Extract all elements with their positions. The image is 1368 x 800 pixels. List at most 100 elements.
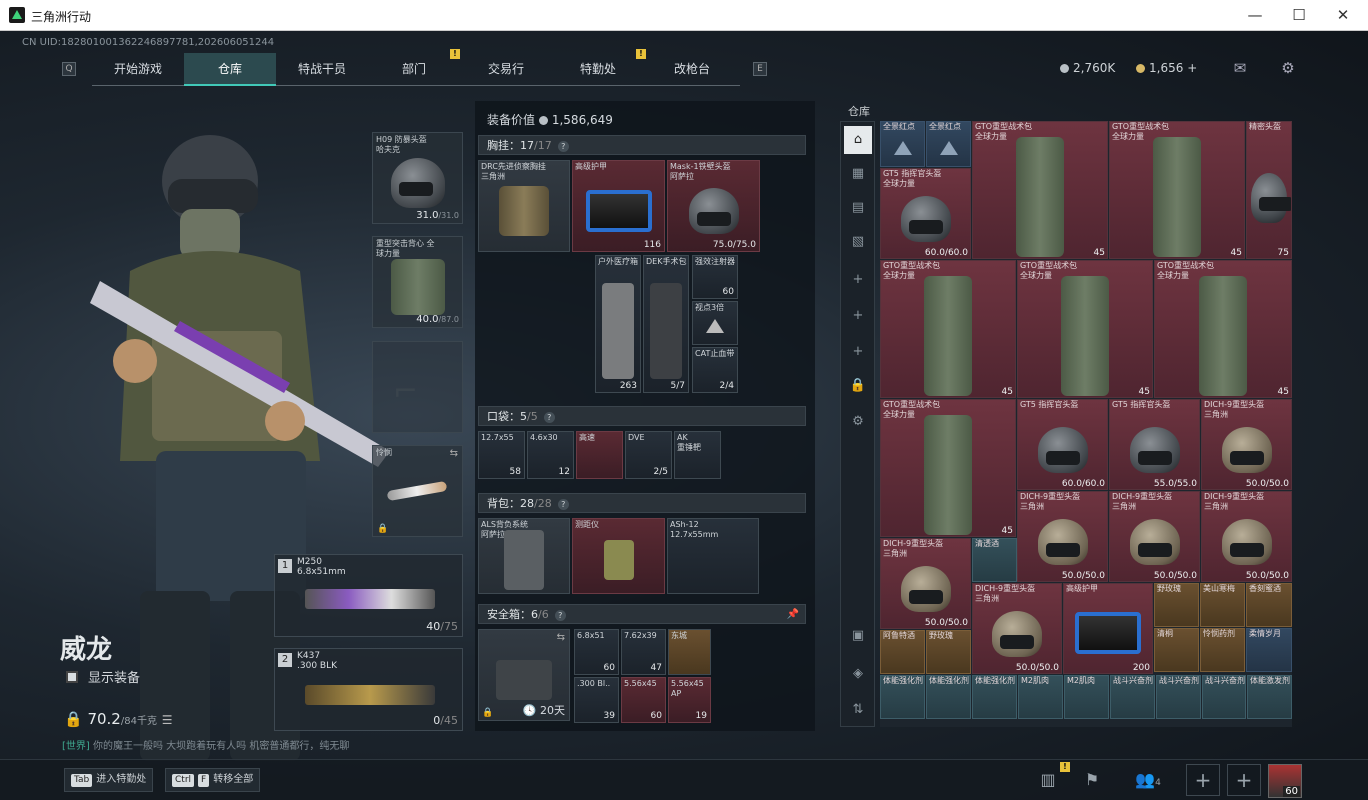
plus-icon[interactable]: + xyxy=(844,302,872,330)
tab-gunsmith[interactable]: 改枪台 xyxy=(644,53,740,86)
warehouse-item[interactable]: 美山寒梅 xyxy=(1200,583,1245,627)
tab-special-ops[interactable]: 特勤处 xyxy=(552,53,644,86)
settings-gear-icon[interactable]: ⚙ xyxy=(1278,59,1298,77)
warehouse-item[interactable]: 全景红点 xyxy=(880,121,925,167)
close-button[interactable]: ✕ xyxy=(1328,4,1358,26)
safe-item[interactable]: 东城 xyxy=(668,629,711,675)
show-equipment-toggle[interactable]: 显示装备 xyxy=(66,667,140,686)
warehouse-item[interactable]: 高级护甲 200 xyxy=(1063,583,1153,674)
rig-item[interactable]: CAT止血带 2/4 xyxy=(692,347,738,393)
rig-item[interactable]: 户外医疗箱 263 xyxy=(595,255,641,393)
world-chat[interactable]: [世界] 你的魔王一般吗 大坝跑着玩有人吗 机密普通都行，纯无聊 xyxy=(62,737,349,752)
warehouse-item[interactable]: 体能强化剂 xyxy=(880,675,925,719)
warehouse-item[interactable]: DICH-9重型头盔 三角洲 50.0/50.0 xyxy=(1201,491,1292,582)
warehouse-item[interactable]: 野玫瑰 xyxy=(926,630,971,674)
enter-special-ops-button[interactable]: Tab 进入特勤处 xyxy=(64,768,154,792)
warehouse-item[interactable]: 清透酒 xyxy=(972,538,1017,582)
swap-icon[interactable]: ⇆ xyxy=(557,632,565,643)
warehouse-item[interactable]: 精密头盔 75 xyxy=(1246,121,1292,259)
rig-item[interactable]: 视点3倍 xyxy=(692,301,738,345)
pin-icon[interactable]: 📌 xyxy=(787,605,799,625)
warehouse-item[interactable]: GTO重型战术包 全球力量 45 xyxy=(972,121,1108,259)
safe-item[interactable]: 5.56x45 60 xyxy=(621,677,666,723)
maximize-button[interactable]: ☐ xyxy=(1284,4,1314,26)
safe-item[interactable]: 7.62x39 47 xyxy=(621,629,666,675)
warehouse-item[interactable]: DICH-9重型头盔 三角洲 50.0/50.0 xyxy=(880,538,971,629)
warehouse-item[interactable]: 体能强化剂 xyxy=(926,675,971,719)
pocket-item[interactable]: DVE 2/5 xyxy=(625,431,672,479)
armor-slot[interactable]: 重型突击背心 全球力量 40.0/87.0 xyxy=(372,236,463,328)
show-equipment-checkbox[interactable] xyxy=(66,671,78,683)
warehouse-item[interactable]: GT5 指挥官头盔 60.0/60.0 xyxy=(1017,399,1108,490)
gear-icon[interactable]: ⚙ xyxy=(844,408,872,436)
warehouse-item[interactable]: 清桐 xyxy=(1154,628,1199,672)
warehouse-item[interactable]: 战斗兴奋剂 xyxy=(1110,675,1155,719)
backpack-item[interactable]: 测距仪 xyxy=(572,518,665,594)
safe-item[interactable]: 6.8x51 60 xyxy=(574,629,619,675)
secondary-weapon-slot[interactable]: 2 K437.300 BLK 0/45 xyxy=(274,648,463,731)
pocket-item[interactable]: 高速 xyxy=(576,431,623,479)
pocket-item[interactable]: AK 重锤靶 xyxy=(674,431,721,479)
warehouse-item[interactable]: 体能激发剂 xyxy=(1247,675,1292,719)
invite-slot-button[interactable]: + xyxy=(1227,764,1261,796)
warehouse-item[interactable]: 怜悯药剂 xyxy=(1200,628,1245,672)
tab-start-game[interactable]: 开始游戏 xyxy=(92,53,184,86)
tab-department[interactable]: 部门 xyxy=(368,53,460,86)
swap-icon[interactable]: ⇆ xyxy=(450,448,458,459)
warehouse-item[interactable]: M2肌肉 xyxy=(1018,675,1063,719)
backpack-item[interactable]: ASh-12 12.7x55mm xyxy=(667,518,759,594)
warehouse-item[interactable]: 战斗兴奋剂 xyxy=(1202,675,1246,719)
warehouse-item[interactable]: M2肌肉 xyxy=(1064,675,1109,719)
gallery-icon[interactable]: ▧ xyxy=(844,228,872,256)
warehouse-item[interactable]: 体能强化剂 xyxy=(972,675,1017,719)
rig-item[interactable]: 强效注射器 60 xyxy=(692,255,738,299)
warehouse-item[interactable]: DICH-9重型头盔 三角洲 50.0/50.0 xyxy=(1109,491,1200,582)
rig-item[interactable]: DEK手术包 5/7 xyxy=(643,255,689,393)
tab-warehouse[interactable]: 仓库 xyxy=(184,53,276,86)
backpack-item[interactable]: ALS背负系统 阿萨拉 xyxy=(478,518,570,594)
minimize-button[interactable]: — xyxy=(1240,4,1270,26)
helmet-slot[interactable]: H09 防暴头盔 哈夫克 31.0/31.0 xyxy=(372,132,463,224)
warehouse-item[interactable]: GTO重型战术包 全球力量 45 xyxy=(1109,121,1245,259)
warehouse-item[interactable]: GTO重型战术包 全球力量 45 xyxy=(880,260,1016,398)
warehouse-item[interactable]: 香刻蜜酒 xyxy=(1246,583,1292,627)
warehouse-item[interactable]: GTO重型战术包 全球力量 45 xyxy=(880,399,1016,537)
grid-icon[interactable]: ▦ xyxy=(844,160,872,188)
safe-item[interactable]: 5.56x45 AP 19 xyxy=(668,677,711,723)
silver-currency[interactable]: 2,760K xyxy=(1060,61,1115,75)
list-icon[interactable]: ☰ xyxy=(162,713,173,727)
gold-add-button[interactable]: + xyxy=(1187,61,1197,75)
warehouse-item[interactable]: GTO重型战术包 全球力量 45 xyxy=(1017,260,1153,398)
pistol-slot[interactable]: ⌐ xyxy=(372,341,463,433)
warehouse-item[interactable]: GTO重型战术包 全球力量 45 xyxy=(1154,260,1292,398)
squad-button[interactable]: 👥4 xyxy=(1128,764,1168,796)
layers-icon[interactable]: ◈ xyxy=(844,660,872,688)
mail-icon[interactable]: ✉ xyxy=(1230,59,1250,77)
warehouse-item[interactable]: 野玫瑰 xyxy=(1154,583,1199,627)
flag-icon[interactable]: ⚑ xyxy=(1074,764,1110,796)
warehouse-item[interactable]: 柔情岁月 xyxy=(1246,628,1292,672)
rig-item[interactable]: 高级护甲 116 xyxy=(572,160,665,252)
warehouse-item[interactable]: 阿鲁特酒 xyxy=(880,630,925,674)
tab-trading[interactable]: 交易行 xyxy=(460,53,552,86)
warehouse-item[interactable]: DICH-9重型头盔 三角洲 50.0/50.0 xyxy=(972,583,1062,674)
lock-icon[interactable]: 🔒 xyxy=(844,372,872,400)
rig-item[interactable]: Mask-1铁壁头盔 阿萨拉 75.0/75.0 xyxy=(667,160,760,252)
invite-slot-button[interactable]: + xyxy=(1186,764,1220,796)
plus-icon[interactable]: + xyxy=(844,338,872,366)
pocket-item[interactable]: 4.6x30 12 xyxy=(527,431,574,479)
archive-icon[interactable]: ▣ xyxy=(844,622,872,650)
sort-icon[interactable]: ⇅ xyxy=(844,696,872,724)
gold-currency[interactable]: 1,656 + xyxy=(1136,61,1197,75)
rig-item[interactable]: DRC先进侦察胸挂 三角洲 xyxy=(478,160,570,252)
warehouse-item[interactable]: 全景红点 xyxy=(926,121,971,167)
warehouse-item[interactable]: GT5 指挥官头盔 55.0/55.0 xyxy=(1109,399,1200,490)
melee-slot[interactable]: 怜悯 ⇆ 🔒 xyxy=(372,445,463,537)
safe-container[interactable]: ⇆ 🔒 🕓 20天 xyxy=(478,629,570,721)
warehouse-item[interactable]: DICH-9重型头盔 三角洲 50.0/50.0 xyxy=(1201,399,1292,490)
warehouse-item[interactable]: DICH-9重型头盔 三角洲 50.0/50.0 xyxy=(1017,491,1108,582)
safe-item[interactable]: .300 Bl.. 39 xyxy=(574,677,619,723)
pocket-item[interactable]: 12.7x55 58 xyxy=(478,431,525,479)
primary-weapon-slot[interactable]: 1 M250 6.8x51mm 40/75 xyxy=(274,554,463,637)
transfer-all-button[interactable]: Ctrl F 转移全部 xyxy=(165,768,261,792)
